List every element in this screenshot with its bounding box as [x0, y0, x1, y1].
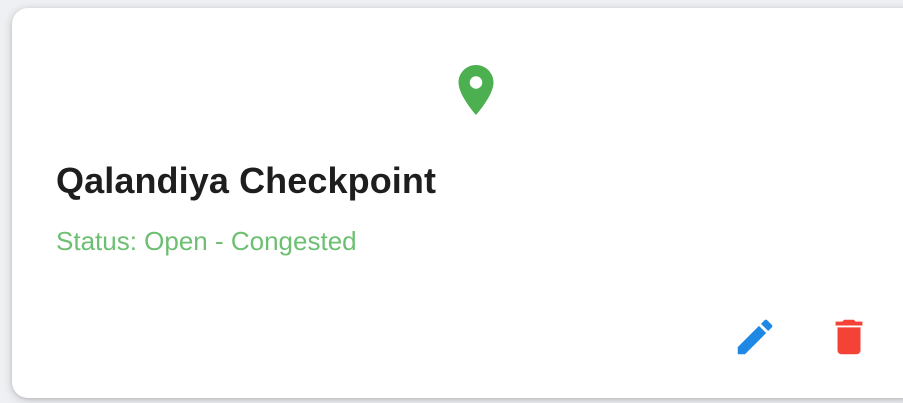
card-title: Qalandiya Checkpoint [56, 160, 437, 201]
status-text: Status: Open - Congested [56, 226, 357, 256]
checkpoint-card: Qalandiya Checkpoint Status: Open - Cong… [12, 8, 903, 398]
trash-icon[interactable] [826, 314, 872, 360]
edit-pencil-icon[interactable] [732, 314, 778, 360]
location-pin-icon [446, 50, 506, 130]
